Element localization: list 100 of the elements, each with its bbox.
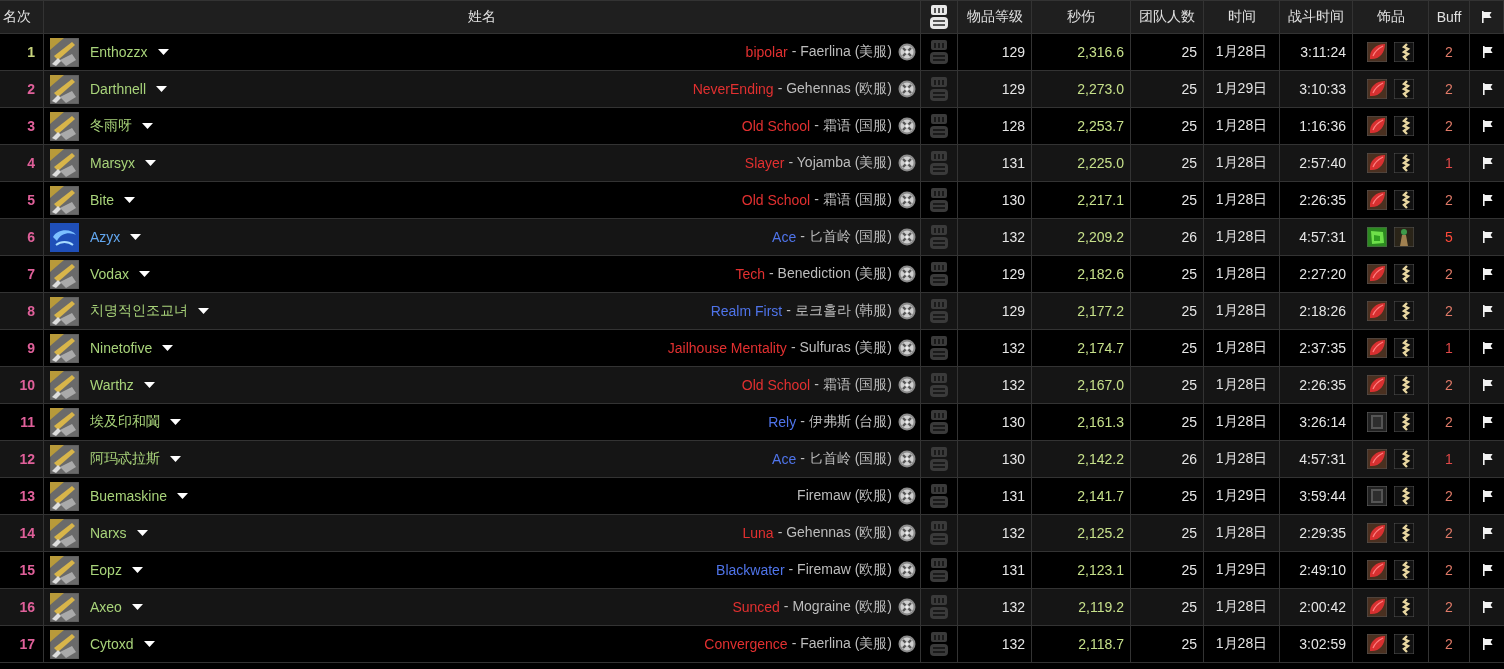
- flag-icon[interactable]: [1481, 120, 1493, 132]
- player-name-link[interactable]: Warthz: [90, 377, 134, 393]
- guild-link[interactable]: Ace: [772, 229, 797, 245]
- spine-icon[interactable]: [1394, 264, 1414, 284]
- spine-icon[interactable]: [1394, 375, 1414, 395]
- flag-icon[interactable]: [1481, 453, 1493, 465]
- guild-link[interactable]: Old School: [741, 377, 811, 393]
- guild-link[interactable]: Convergence: [704, 636, 788, 652]
- column-header[interactable]: 战斗时间: [1288, 8, 1344, 26]
- spine-icon[interactable]: [1394, 412, 1414, 432]
- class-icon[interactable]: [50, 481, 79, 511]
- spine-icon[interactable]: [1394, 449, 1414, 469]
- column-header[interactable]: 秒伤: [1067, 8, 1095, 26]
- crossed-circle-icon[interactable]: [898, 191, 916, 209]
- spine-icon[interactable]: [1394, 338, 1414, 358]
- flag-icon[interactable]: [1481, 157, 1493, 169]
- spine-icon[interactable]: [1394, 190, 1414, 210]
- leaf-icon[interactable]: [1367, 597, 1387, 617]
- flag-icon[interactable]: [1481, 11, 1492, 23]
- class-icon[interactable]: [50, 370, 79, 400]
- spine-icon[interactable]: [1394, 301, 1414, 321]
- caret-icon[interactable]: [156, 86, 168, 92]
- crossed-circle-icon[interactable]: [898, 339, 916, 357]
- column-header[interactable]: 物品等级: [966, 8, 1023, 26]
- column-header[interactable]: 时间: [1227, 8, 1256, 26]
- spine-icon[interactable]: [1394, 153, 1414, 173]
- guild-link[interactable]: NeverEnding: [692, 81, 774, 97]
- column-header[interactable]: Buff: [1436, 9, 1462, 25]
- player-name-link[interactable]: Enthozzx: [90, 44, 148, 60]
- class-icon[interactable]: [50, 444, 79, 474]
- column-header[interactable]: 名次: [3, 8, 31, 26]
- flag-icon[interactable]: [1481, 416, 1493, 428]
- crossed-circle-icon[interactable]: [898, 524, 916, 542]
- caret-icon[interactable]: [124, 197, 136, 203]
- flag-icon[interactable]: [1481, 379, 1493, 391]
- guild-link[interactable]: Luna: [742, 525, 774, 541]
- guild-link[interactable]: Slayer: [744, 155, 785, 171]
- player-name-link[interactable]: 埃及印和闐: [90, 413, 160, 431]
- guild-link[interactable]: Blackwater: [716, 562, 785, 578]
- player-name-link[interactable]: Narxs: [90, 525, 127, 541]
- leaf-icon[interactable]: [1367, 264, 1387, 284]
- leaf-icon[interactable]: [1367, 79, 1387, 99]
- class-icon[interactable]: [50, 37, 79, 67]
- player-name-link[interactable]: Bite: [90, 192, 115, 208]
- crossed-circle-icon[interactable]: [898, 487, 916, 505]
- player-name-link[interactable]: 阿玛忒拉斯: [90, 450, 160, 468]
- flag-icon[interactable]: [1481, 305, 1493, 317]
- crossed-circle-icon[interactable]: [898, 598, 916, 616]
- class-icon[interactable]: [50, 407, 79, 437]
- guild-link[interactable]: Realm First: [710, 303, 783, 319]
- flag-icon[interactable]: [1481, 564, 1493, 576]
- flag-icon[interactable]: [1481, 601, 1493, 613]
- player-name-link[interactable]: Darthnell: [90, 81, 147, 97]
- player-name-link[interactable]: Cytoxd: [90, 636, 134, 652]
- guild-link[interactable]: Rely: [768, 414, 797, 430]
- player-name-link[interactable]: Axeo: [90, 599, 122, 615]
- flag-icon[interactable]: [1481, 83, 1493, 95]
- column-header[interactable]: 饰品: [1376, 8, 1405, 26]
- spine-icon[interactable]: [1394, 560, 1414, 580]
- crossed-circle-icon[interactable]: [898, 561, 916, 579]
- caret-icon[interactable]: [143, 382, 155, 388]
- caret-icon[interactable]: [170, 456, 181, 462]
- crossed-circle-icon[interactable]: [898, 228, 916, 246]
- class-icon[interactable]: [50, 555, 79, 585]
- leaf-icon[interactable]: [1367, 42, 1387, 62]
- leaf-icon[interactable]: [1367, 560, 1387, 580]
- guild-link[interactable]: bipolar: [745, 44, 788, 60]
- player-name-link[interactable]: 치명적인조교녀: [90, 302, 188, 320]
- column-header[interactable]: 团队人数: [1139, 8, 1195, 26]
- leaf-icon[interactable]: [1367, 153, 1387, 173]
- spine-icon[interactable]: [1394, 486, 1414, 506]
- leaf-icon[interactable]: [1367, 523, 1387, 543]
- player-name-link[interactable]: Ninetofive: [90, 340, 153, 356]
- caret-icon[interactable]: [138, 271, 150, 277]
- caret-icon[interactable]: [145, 160, 157, 166]
- spine-icon[interactable]: [1394, 79, 1414, 99]
- caret-icon[interactable]: [136, 530, 148, 536]
- leaf-icon[interactable]: [1367, 634, 1387, 654]
- spine-icon[interactable]: [1394, 634, 1414, 654]
- flag-icon[interactable]: [1481, 490, 1493, 502]
- flag-icon[interactable]: [1481, 638, 1493, 650]
- caret-icon[interactable]: [162, 345, 174, 351]
- leaf-icon[interactable]: [1367, 190, 1387, 210]
- leaf-icon[interactable]: [1367, 375, 1387, 395]
- crossed-circle-icon[interactable]: [898, 154, 916, 172]
- gem-icon[interactable]: [1367, 227, 1387, 247]
- guild-link[interactable]: Ace: [772, 451, 797, 467]
- guild-link[interactable]: Jailhouse Mentality: [667, 340, 787, 356]
- spine-icon[interactable]: [1394, 597, 1414, 617]
- crossed-circle-icon[interactable]: [898, 43, 916, 61]
- class-icon[interactable]: [50, 148, 79, 178]
- flag-icon[interactable]: [1481, 342, 1493, 354]
- guild-link[interactable]: Sunced: [732, 599, 780, 615]
- caret-icon[interactable]: [143, 641, 155, 647]
- class-icon[interactable]: [50, 259, 79, 289]
- class-icon[interactable]: [50, 296, 79, 326]
- leaf-icon[interactable]: [1367, 338, 1387, 358]
- crossed-circle-icon[interactable]: [898, 376, 916, 394]
- spine-icon[interactable]: [1394, 116, 1414, 136]
- crossed-circle-icon[interactable]: [898, 450, 916, 468]
